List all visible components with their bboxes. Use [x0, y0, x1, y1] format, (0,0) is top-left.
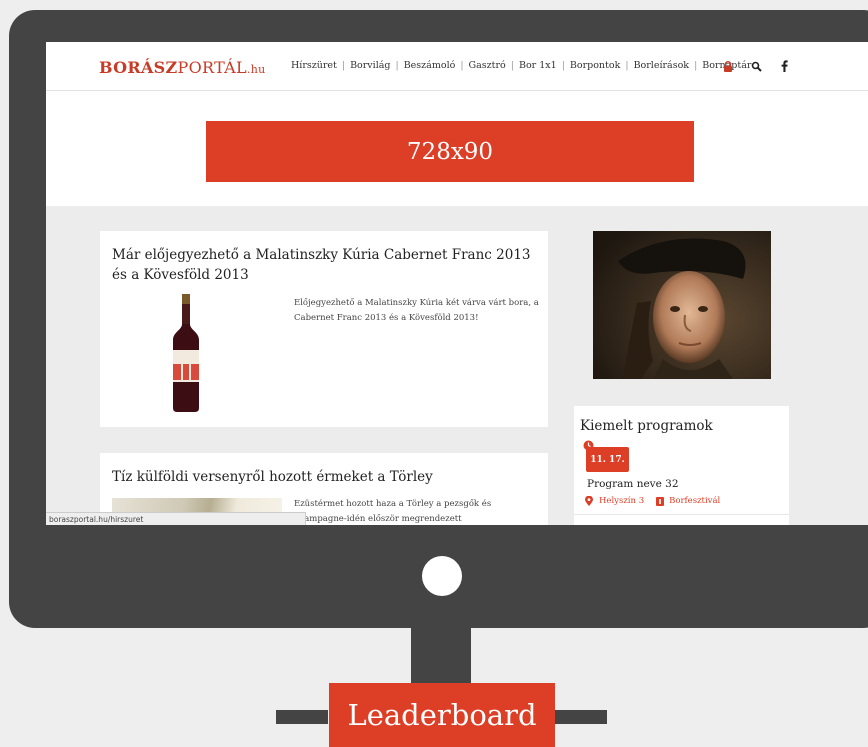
site-logo[interactable]: BORÁSZPORTÁL.hu	[99, 58, 266, 77]
monitor-power-button	[422, 556, 462, 596]
article-title[interactable]: Már előjegyezhető a Malatinszky Kúria Ca…	[112, 245, 542, 285]
article-title[interactable]: Tíz külföldi versenyről hozott érmeket a…	[112, 467, 542, 487]
stand-bar-left	[276, 710, 328, 724]
stand-bar-right	[555, 710, 607, 724]
header-icons	[714, 56, 798, 76]
program-location[interactable]: Helyszín 3	[599, 496, 644, 506]
category-icon	[656, 496, 665, 506]
nav-item-hirszuret[interactable]: Hírszüret	[286, 60, 342, 71]
widget-title: Kiemelt programok	[580, 418, 713, 434]
nav-item-bor1x1[interactable]: Bor 1x1	[514, 60, 562, 71]
nav-item-borvilag[interactable]: Borvilág	[345, 60, 395, 71]
location-pin-icon	[585, 496, 593, 506]
nav-item-gasztro[interactable]: Gasztró	[464, 60, 511, 71]
facebook-icon[interactable]	[770, 56, 798, 76]
browser-status-bar: boraszportal.hu/hirszuret	[46, 512, 306, 525]
site-header: BORÁSZPORTÁL.hu Hírszüret | Borvilág | Bes…	[46, 42, 868, 91]
browser-screen: BORÁSZPORTÁL.hu Hírszüret | Borvilág | Bes…	[46, 42, 868, 525]
wine-bottle-image[interactable]	[170, 294, 202, 412]
nav-item-beszamolo[interactable]: Beszámoló	[399, 60, 461, 71]
leaderboard-label: Leaderboard	[329, 683, 555, 747]
lock-icon[interactable]	[714, 56, 742, 76]
logo-part-2: PORTÁL	[177, 58, 247, 77]
program-meta: Helyszín 3 Borfesztivál	[585, 496, 720, 506]
article-excerpt: Ezüstérmet hozott haza a Törley a pezsgő…	[294, 499, 492, 524]
logo-part-1: BORÁSZ	[99, 58, 178, 77]
program-category[interactable]: Borfesztivál	[669, 496, 720, 506]
logo-part-3: .hu	[246, 63, 266, 76]
search-icon[interactable]	[742, 56, 770, 76]
article-card[interactable]: Már előjegyezhető a Malatinszky Kúria Ca…	[100, 231, 548, 427]
monitor-frame: BORÁSZPORTÁL.hu Hírszüret | Borvilág | Bes…	[9, 10, 868, 628]
banner-area: 728x90	[46, 91, 868, 206]
widget-divider	[574, 514, 789, 515]
clock-icon	[583, 440, 594, 451]
nav-item-borpontok[interactable]: Borpontok	[565, 60, 625, 71]
program-name[interactable]: Program neve 32	[587, 478, 679, 490]
nav-item-borleirasok[interactable]: Borleírások	[629, 60, 695, 71]
portrait-ad-image[interactable]	[593, 231, 771, 379]
ad-banner[interactable]: 728x90	[206, 121, 694, 182]
featured-programs-widget: Kiemelt programok 11. 17. Program neve 3…	[574, 406, 789, 525]
main-nav: Hírszüret | Borvilág | Beszámoló | Gasztró |…	[286, 60, 756, 71]
article-excerpt: Előjegyezhető a Malatinszky Kúria két vá…	[294, 298, 539, 323]
monitor-stand-neck	[411, 628, 471, 684]
